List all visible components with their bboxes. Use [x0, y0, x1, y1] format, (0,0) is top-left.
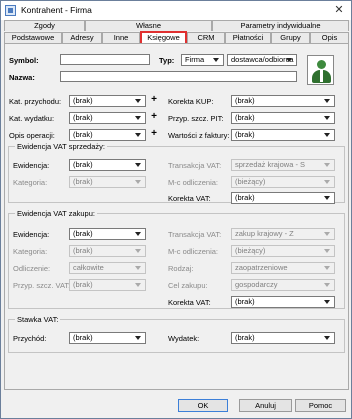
tab-zgody[interactable]: Zgody [4, 20, 85, 31]
kat-wydatku-label: Kat. wydatku: [9, 114, 55, 123]
vat-purchase-kategoria-label: Kategoria: [13, 247, 48, 256]
vat-sales-korekta-label: Korekta VAT: [168, 194, 211, 203]
cancel-button[interactable]: Anuluj [239, 399, 292, 412]
wartosci-faktury-label: Wartości z faktury: [168, 131, 230, 140]
vat-sales-ewidencja-label: Ewidencja: [13, 161, 50, 170]
vat-purchase-transakcja-label: Transakcja VAT: [168, 230, 222, 239]
vat-purchase-korekta-label: Korekta VAT: [168, 298, 211, 307]
vat-sales-korekta-select[interactable]: (brak) [231, 192, 335, 204]
typ-select[interactable]: Firma [181, 54, 224, 66]
ok-button[interactable]: OK [178, 399, 228, 412]
vat-purchase-rodzaj-select[interactable]: zaopatrzeniowe [231, 262, 335, 274]
tab-opis[interactable]: Opis [310, 32, 349, 43]
add-opis-operacji-button[interactable]: + [150, 129, 158, 139]
korekta-kup-select[interactable]: (brak) [231, 95, 335, 107]
avatar-tie [320, 70, 323, 82]
app-icon [5, 5, 16, 16]
stawka-wydatek-select[interactable]: (brak) [231, 332, 335, 344]
symbol-input[interactable] [60, 54, 150, 65]
vat-purchase-korekta-select[interactable]: (brak) [231, 296, 335, 308]
dialog-window: Kontrahent - Firma ✕ Zgody Własne Parame… [0, 0, 352, 419]
tab-adresy[interactable]: Adresy [62, 32, 102, 43]
tab-inne[interactable]: Inne [102, 32, 140, 43]
tab-wlasne[interactable]: Własne [85, 20, 212, 31]
add-kat-wydatku-button[interactable]: + [150, 112, 158, 122]
tab-platnosci[interactable]: Płatności [225, 32, 271, 43]
avatar-head [317, 60, 326, 69]
symbol-label: Symbol: [9, 56, 39, 65]
stawka-przychod-label: Przychód: [13, 334, 47, 343]
vat-purchase-odliczenie-label: Odliczenie: [13, 264, 51, 273]
title-bar[interactable]: Kontrahent - Firma ✕ [1, 1, 351, 20]
help-button[interactable]: Pomoc [295, 399, 346, 412]
add-kat-przychodu-button[interactable]: + [150, 95, 158, 105]
stawka-vat-legend: Stawka VAT: [17, 315, 59, 324]
opis-operacji-select[interactable]: (brak) [69, 129, 146, 141]
tab-crm[interactable]: CRM [187, 32, 225, 43]
vat-sales-ewidencja-select[interactable]: (brak) [69, 159, 146, 171]
vat-purchase-transakcja-select[interactable]: zakup krajowy - Z [231, 228, 335, 240]
vat-purchase-przyp-label: Przyp. szcz. VAT: [13, 281, 71, 290]
typ-role-select[interactable]: dostawca/odbiorca [227, 54, 297, 66]
vat-purchase-przyp-select[interactable]: (brak) [69, 279, 146, 291]
vat-purchase-odliczenie-select[interactable]: całkowite [69, 262, 146, 274]
vat-sales-kategoria-select[interactable]: (brak) [69, 176, 146, 188]
vat-purchase-kategoria-select[interactable]: (brak) [69, 245, 146, 257]
nazwa-label: Nazwa: [9, 73, 35, 82]
vat-sales-kategoria-label: Kategoria: [13, 178, 48, 187]
stawka-przychod-select[interactable]: (brak) [69, 332, 146, 344]
vat-sales-mc-select[interactable]: (bieżący) [231, 176, 335, 188]
tab-grupy[interactable]: Grupy [271, 32, 310, 43]
vat-sales-legend: Ewidencja VAT sprzedaży: [17, 142, 105, 151]
vat-purchase-cel-select[interactable]: gospodarczy [231, 279, 335, 291]
przyp-pit-label: Przyp. szcz. PIT: [168, 114, 224, 123]
typ-label: Typ: [159, 56, 175, 65]
kat-przychodu-select[interactable]: (brak) [69, 95, 146, 107]
tab-podstawowe[interactable]: Podstawowe [4, 32, 62, 43]
vat-purchase-mc-label: M-c odliczenia: [168, 247, 219, 256]
stawka-wydatek-label: Wydatek: [168, 334, 200, 343]
vat-purchase-ewidencja-label: Ewidencja: [13, 230, 50, 239]
wartosci-faktury-select[interactable]: (brak) [231, 129, 335, 141]
vat-sales-transakcja-select[interactable]: sprzedaż krajowa - S [231, 159, 335, 171]
vat-purchase-rodzaj-label: Rodzaj: [168, 264, 194, 273]
korekta-kup-label: Korekta KUP: [168, 97, 214, 106]
window-title: Kontrahent - Firma [21, 5, 92, 15]
vat-sales-transakcja-label: Transakcja VAT: [168, 161, 222, 170]
vat-purchase-ewidencja-select[interactable]: (brak) [69, 228, 146, 240]
contractor-avatar-icon[interactable] [307, 55, 334, 85]
tab-parametry-indywidualne[interactable]: Parametry indywidualne [212, 20, 349, 31]
kat-przychodu-label: Kat. przychodu: [9, 97, 62, 106]
vat-purchase-group: Ewidencja VAT zakupu: [8, 209, 345, 309]
vat-purchase-mc-select[interactable]: (bieżący) [231, 245, 335, 257]
przyp-pit-select[interactable]: (brak) [231, 112, 335, 124]
vat-purchase-cel-label: Cel zakupu: [168, 281, 208, 290]
kat-wydatku-select[interactable]: (brak) [69, 112, 146, 124]
vat-sales-mc-label: M-c odliczenia: [168, 178, 219, 187]
nazwa-input[interactable] [60, 71, 297, 82]
tab-ksiegowe[interactable]: Księgowe [140, 31, 187, 43]
vat-purchase-legend: Ewidencja VAT zakupu: [17, 209, 95, 218]
opis-operacji-label: Opis operacji: [9, 131, 55, 140]
close-icon[interactable]: ✕ [331, 2, 347, 18]
